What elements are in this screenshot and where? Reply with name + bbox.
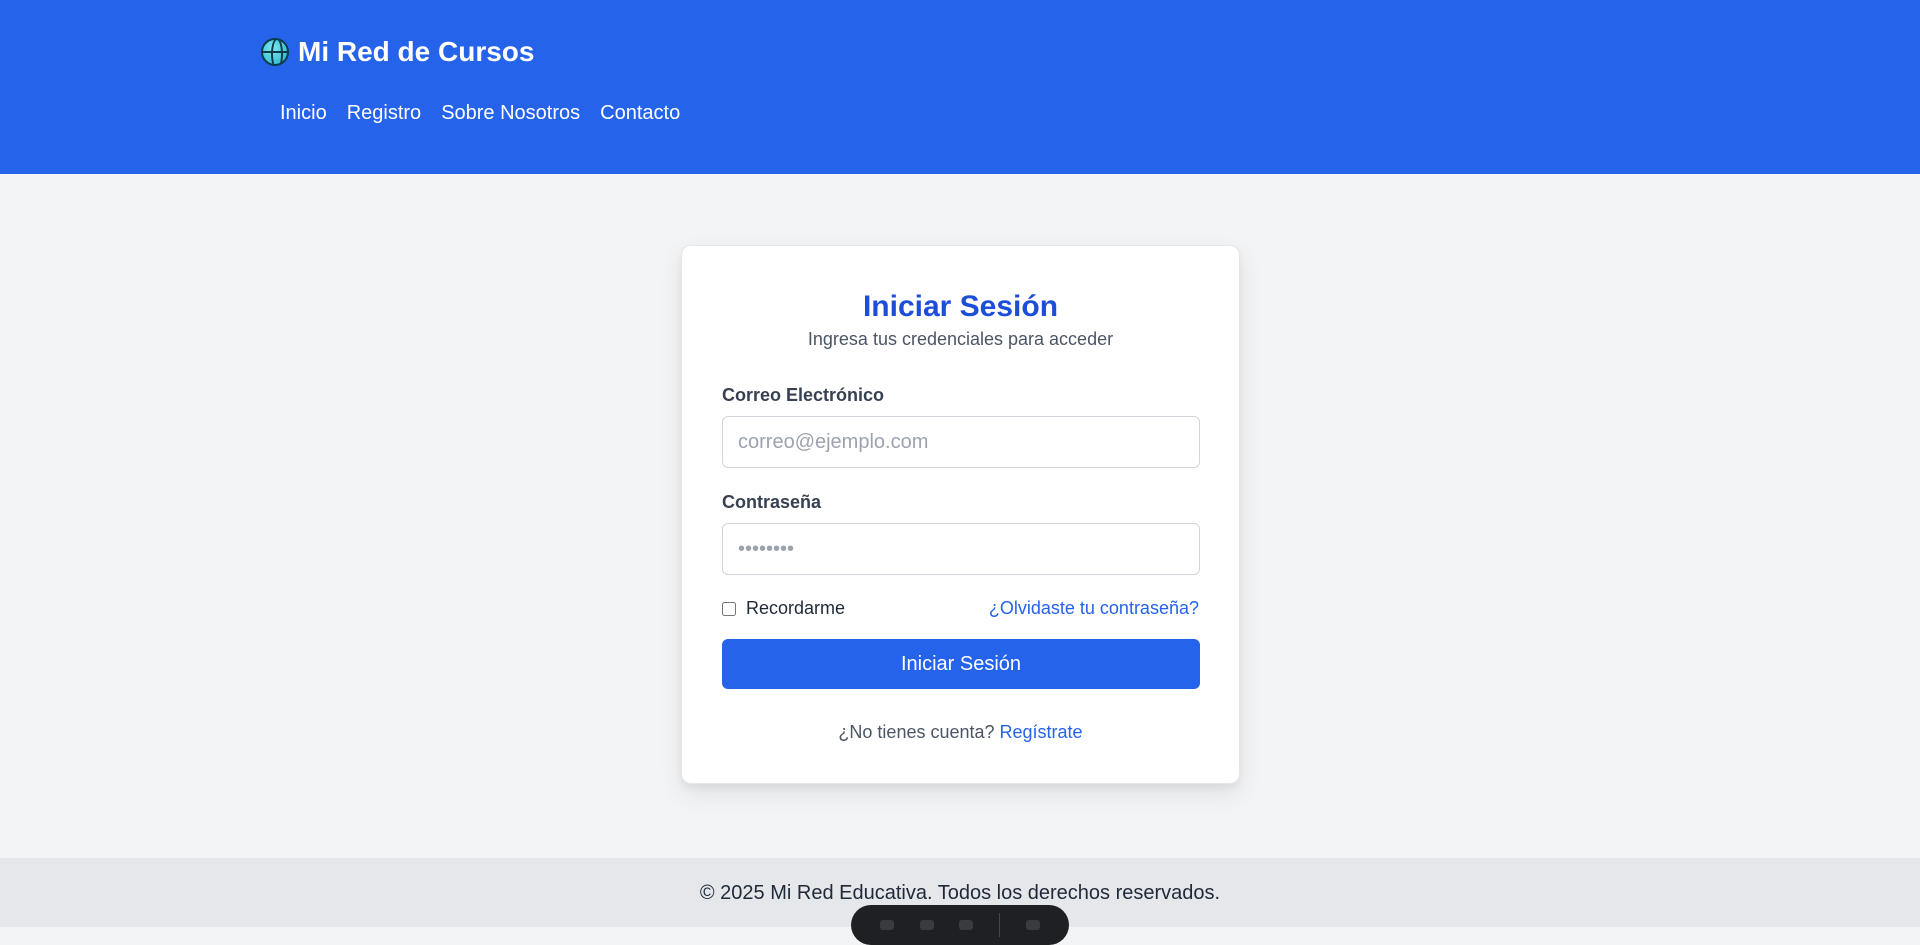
main-nav: Inicio Registro Sobre Nosotros Contacto xyxy=(280,102,680,125)
floating-toolbar[interactable] xyxy=(851,905,1069,945)
toolbar-button[interactable] xyxy=(1026,920,1041,930)
signup-prompt: ¿No tienes cuenta? xyxy=(838,722,995,742)
login-submit-button[interactable]: Iniciar Sesión xyxy=(722,639,1200,689)
login-card: Iniciar Sesión Ingresa tus credenciales … xyxy=(681,245,1240,784)
remember-checkbox[interactable] xyxy=(722,601,736,616)
brand-name: Mi Red de Cursos xyxy=(298,36,535,67)
toolbar-button[interactable] xyxy=(959,920,974,930)
toolbar-divider xyxy=(999,913,1001,937)
password-label: Contraseña xyxy=(722,492,822,512)
remember-me[interactable]: Recordarme xyxy=(722,598,845,619)
footer-copyright: © 2025 Mi Red Educativa. Todos los derec… xyxy=(699,882,1221,904)
remember-label: Recordarme xyxy=(746,598,846,618)
toolbar-button[interactable] xyxy=(879,920,894,930)
globe-icon xyxy=(261,38,289,66)
nav-link-sobre-nosotros[interactable]: Sobre Nosotros xyxy=(441,102,580,125)
nav-link-inicio[interactable]: Inicio xyxy=(280,102,327,125)
brand[interactable]: Mi Red de Cursos xyxy=(261,36,534,68)
forgot-password-link[interactable]: ¿Olvidaste tu contraseña? xyxy=(989,598,1199,619)
login-subtitle: Ingresa tus credenciales para acceder xyxy=(807,329,1114,349)
signup-link[interactable]: Regístrate xyxy=(1000,722,1083,742)
nav-link-registro[interactable]: Registro xyxy=(347,102,421,125)
nav-link-contacto[interactable]: Contacto xyxy=(600,102,680,125)
password-field[interactable] xyxy=(722,523,1200,575)
email-label: Correo Electrónico xyxy=(722,385,885,405)
toolbar-button[interactable] xyxy=(919,920,934,930)
login-title: Iniciar Sesión xyxy=(862,290,1059,323)
email-field[interactable] xyxy=(722,416,1200,468)
site-header: Mi Red de Cursos Inicio Registro Sobre N… xyxy=(0,0,1920,174)
signup-prompt-line: ¿No tienes cuenta? Regístrate xyxy=(682,722,1239,743)
